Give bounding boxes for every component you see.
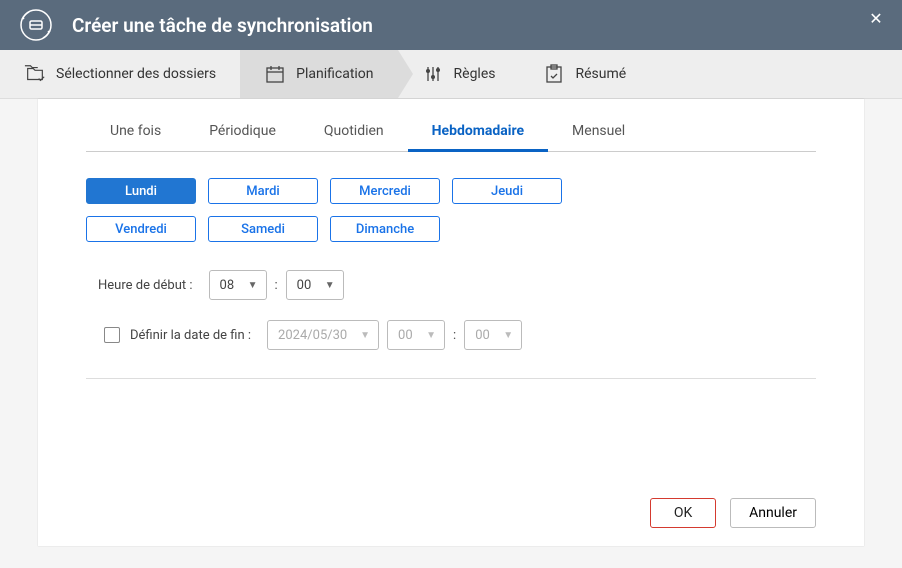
tab-monthly[interactable]: Mensuel	[548, 113, 649, 152]
wizard-step-rules[interactable]: Règles	[398, 50, 520, 98]
header-bar: Créer une tâche de synchronisation ✕	[0, 0, 902, 50]
wizard-step-label: Résumé	[575, 66, 626, 82]
day-tuesday[interactable]: Mardi	[208, 178, 318, 204]
cancel-button[interactable]: Annuler	[730, 498, 816, 528]
end-date-value: 2024/05/30	[278, 328, 347, 343]
frequency-tabs: Une fois Périodique Quotidien Hebdomadai…	[86, 113, 816, 152]
end-hour-value: 00	[398, 328, 413, 343]
end-date-row: Définir la date de fin : 2024/05/30 ▼ 00…	[86, 320, 816, 350]
chevron-down-icon: ▼	[426, 330, 436, 341]
schedule-panel: Une fois Périodique Quotidien Hebdomadai…	[38, 99, 864, 546]
end-minute-select[interactable]: 00 ▼	[464, 320, 522, 350]
day-sunday[interactable]: Dimanche	[330, 216, 440, 242]
calendar-icon	[264, 63, 286, 85]
start-hour-value: 08	[220, 278, 235, 293]
end-date-select[interactable]: 2024/05/30 ▼	[267, 320, 379, 350]
chevron-down-icon: ▼	[248, 280, 258, 291]
day-monday[interactable]: Lundi	[86, 178, 196, 204]
ok-button[interactable]: OK	[650, 498, 716, 528]
chevron-down-icon: ▼	[325, 280, 335, 291]
weekday-picker: Lundi Mardi Mercredi Jeudi Vendredi Same…	[86, 178, 606, 242]
start-hour-select[interactable]: 08 ▼	[209, 270, 267, 300]
time-separator: :	[275, 278, 278, 293]
wizard-step-label: Sélectionner des dossiers	[56, 66, 216, 82]
start-minute-value: 00	[297, 278, 312, 293]
dialog-footer: OK Annuler	[86, 498, 816, 528]
wizard-step-label: Planification	[296, 66, 373, 82]
wizard-step-folders[interactable]: Sélectionner des dossiers	[0, 50, 240, 98]
day-wednesday[interactable]: Mercredi	[330, 178, 440, 204]
page-title: Créer une tâche de synchronisation	[72, 14, 373, 37]
tab-daily[interactable]: Quotidien	[300, 113, 408, 152]
time-separator: :	[453, 328, 456, 343]
day-friday[interactable]: Vendredi	[86, 216, 196, 242]
folders-icon	[24, 63, 46, 85]
sync-icon	[16, 5, 56, 45]
end-date-checkbox[interactable]	[104, 327, 120, 343]
wizard-step-schedule[interactable]: Planification	[240, 50, 397, 98]
day-saturday[interactable]: Samedi	[208, 216, 318, 242]
start-time-label: Heure de début :	[98, 278, 193, 293]
end-hour-select[interactable]: 00 ▼	[387, 320, 445, 350]
wizard-steps: Sélectionner des dossiers Planification …	[0, 50, 902, 99]
day-thursday[interactable]: Jeudi	[452, 178, 562, 204]
start-time-row: Heure de début : 08 ▼ : 00 ▼	[86, 270, 816, 300]
sliders-icon	[422, 63, 444, 85]
chevron-down-icon: ▼	[503, 330, 513, 341]
tab-periodic[interactable]: Périodique	[185, 113, 300, 152]
wizard-step-label: Règles	[454, 66, 496, 82]
tab-weekly[interactable]: Hebdomadaire	[408, 113, 548, 152]
start-minute-select[interactable]: 00 ▼	[286, 270, 344, 300]
close-icon[interactable]: ✕	[866, 8, 886, 28]
clipboard-icon	[543, 63, 565, 85]
end-date-label: Définir la date de fin :	[130, 328, 251, 343]
chevron-down-icon: ▼	[360, 330, 370, 341]
tab-once[interactable]: Une fois	[86, 113, 185, 152]
wizard-step-summary[interactable]: Résumé	[519, 50, 650, 98]
divider	[86, 378, 816, 379]
end-minute-value: 00	[475, 328, 490, 343]
